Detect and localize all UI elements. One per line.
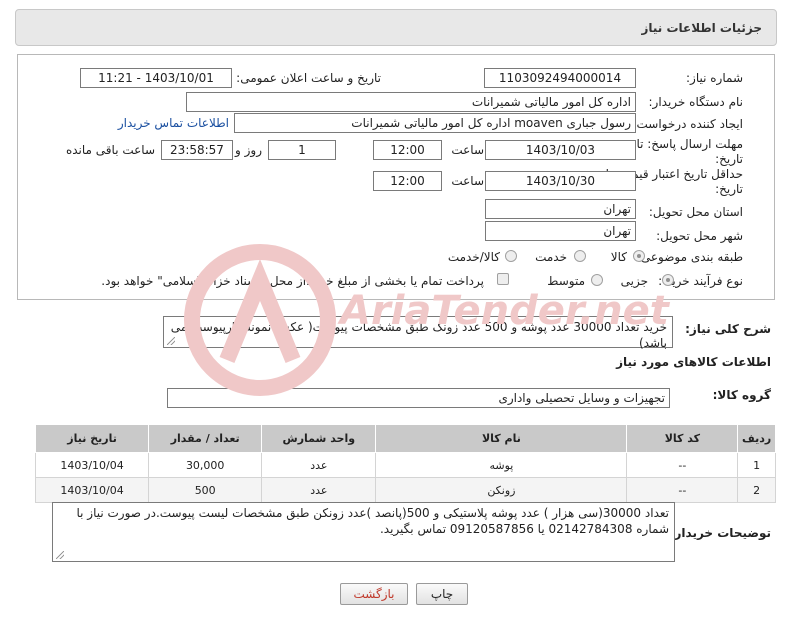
- buyer-notes-textarea: تعداد 30000(سی هزار ) عدد پوشه پلاستیکی …: [52, 502, 675, 562]
- price-validity-time-label: ساعت: [451, 174, 484, 188]
- cell-unit: عدد: [261, 452, 377, 478]
- deadline-date-sub-label: تاریخ:: [715, 152, 743, 166]
- cell-item-code: --: [626, 477, 739, 503]
- summary-text: خرید تعداد 30000 عدد پوشه و 500 عدد زونک…: [170, 320, 667, 350]
- announce-datetime-field: 1403/10/01 - 11:21: [80, 68, 232, 88]
- remaining-time-label: ساعت باقی مانده: [65, 143, 155, 157]
- page-header: جزئیات اطلاعات نیاز: [15, 9, 777, 46]
- need-number-field: 1103092494000014: [484, 68, 636, 88]
- table-row: 2 -- زونکن عدد 500 1403/10/04: [34, 477, 776, 503]
- buyer-org-label: نام دستگاه خریدار:: [648, 95, 744, 109]
- buyer-contact-link[interactable]: اطلاعات تماس خریدار: [118, 116, 229, 130]
- category-label: طبقه بندی موضوعی:: [636, 250, 743, 264]
- buyer-notes-text: تعداد 30000(سی هزار ) عدد پوشه پلاستیکی …: [76, 506, 669, 536]
- province-label: استان محل تحویل:: [648, 205, 743, 219]
- col-need-date: تاریخ نیاز: [34, 424, 150, 453]
- days-label: روز و: [235, 143, 262, 157]
- back-button[interactable]: بازگشت: [340, 583, 408, 605]
- cell-row-number: 2: [737, 477, 776, 503]
- col-item-name: نام کالا: [375, 424, 628, 453]
- col-item-code: کد کالا: [626, 424, 739, 453]
- col-unit: واحد شمارش: [261, 424, 377, 453]
- city-field: تهران: [485, 221, 636, 241]
- process-radio-minor[interactable]: [662, 274, 674, 286]
- creator-label: ایجاد کننده درخواست:: [632, 117, 743, 131]
- col-row-number: ردیف: [737, 424, 776, 453]
- col-quantity: تعداد / مقدار: [148, 424, 263, 453]
- category-option-goods: کالا: [610, 250, 627, 264]
- creator-field: رسول جباری moaven اداره کل امور مالیاتی …: [234, 113, 636, 133]
- cell-need-date: 1403/10/04: [34, 452, 150, 478]
- category-radio-service[interactable]: [574, 250, 586, 262]
- remaining-days-field: 1: [268, 140, 336, 160]
- cell-unit: عدد: [261, 477, 377, 503]
- cell-need-date: 1403/10/04: [34, 477, 150, 503]
- process-radio-medium[interactable]: [591, 274, 603, 286]
- category-option-service: خدمت: [535, 250, 567, 264]
- summary-textarea: خرید تعداد 30000 عدد پوشه و 500 عدد زونک…: [163, 316, 673, 350]
- city-label: شهر محل تحویل:: [656, 229, 743, 243]
- resize-grip-icon[interactable]: [167, 337, 175, 345]
- deadline-time-label: ساعت: [451, 143, 484, 157]
- category-radio-goods[interactable]: [633, 250, 645, 262]
- print-button[interactable]: چاپ: [416, 583, 468, 605]
- cell-quantity: 30,000: [148, 452, 263, 478]
- treasury-payment-text: پرداخت تمام یا بخشی از مبلغ خرید،از محل …: [101, 274, 484, 288]
- price-validity-date-field: 1403/10/30: [485, 171, 636, 191]
- process-option-minor: جزیی: [620, 274, 648, 288]
- price-validity-date-sub-label: تاریخ:: [715, 182, 743, 196]
- treasury-payment-checkbox[interactable]: [497, 273, 509, 285]
- category-option-goods-service: کالا/خدمت: [447, 250, 500, 264]
- table-row: 1 -- پوشه عدد 30,000 1403/10/04: [34, 452, 776, 478]
- cell-item-code: --: [626, 452, 739, 478]
- summary-label: شرح کلی نیاز:: [685, 322, 771, 336]
- goods-table: ردیف کد کالا نام کالا واحد شمارش تعداد /…: [34, 424, 776, 503]
- goods-group-field: تجهیزات و وسایل تحصیلی واداری: [167, 388, 670, 408]
- goods-table-header: ردیف کد کالا نام کالا واحد شمارش تعداد /…: [34, 424, 776, 453]
- announce-datetime-label: تاریخ و ساعت اعلان عمومی:: [236, 71, 381, 85]
- page-title: جزئیات اطلاعات نیاز: [641, 21, 762, 35]
- goods-group-label: گروه کالا:: [712, 388, 771, 402]
- cell-row-number: 1: [737, 452, 776, 478]
- cell-item-name: زونکن: [375, 477, 628, 503]
- cell-item-name: پوشه: [375, 452, 628, 478]
- need-number-label: شماره نیاز:: [686, 71, 743, 85]
- process-option-medium: متوسط: [547, 274, 585, 288]
- remaining-time-field: 23:58:57: [161, 140, 233, 160]
- buyer-org-field: اداره کل امور مالیاتی شمیرانات: [186, 92, 636, 112]
- resize-grip-icon[interactable]: [56, 551, 64, 559]
- category-radio-goods-service[interactable]: [505, 250, 517, 262]
- deadline-date-field: 1403/10/03: [485, 140, 636, 160]
- goods-section-title: اطلاعات کالاهای مورد نیاز: [616, 355, 771, 369]
- province-field: تهران: [485, 199, 636, 219]
- deadline-label: مهلت ارسال پاسخ: تا: [636, 137, 743, 151]
- cell-quantity: 500: [148, 477, 263, 503]
- deadline-time-field: 12:00: [373, 140, 442, 160]
- price-validity-time-field: 12:00: [373, 171, 442, 191]
- buyer-notes-label: توضیحات خریدار:: [669, 526, 771, 540]
